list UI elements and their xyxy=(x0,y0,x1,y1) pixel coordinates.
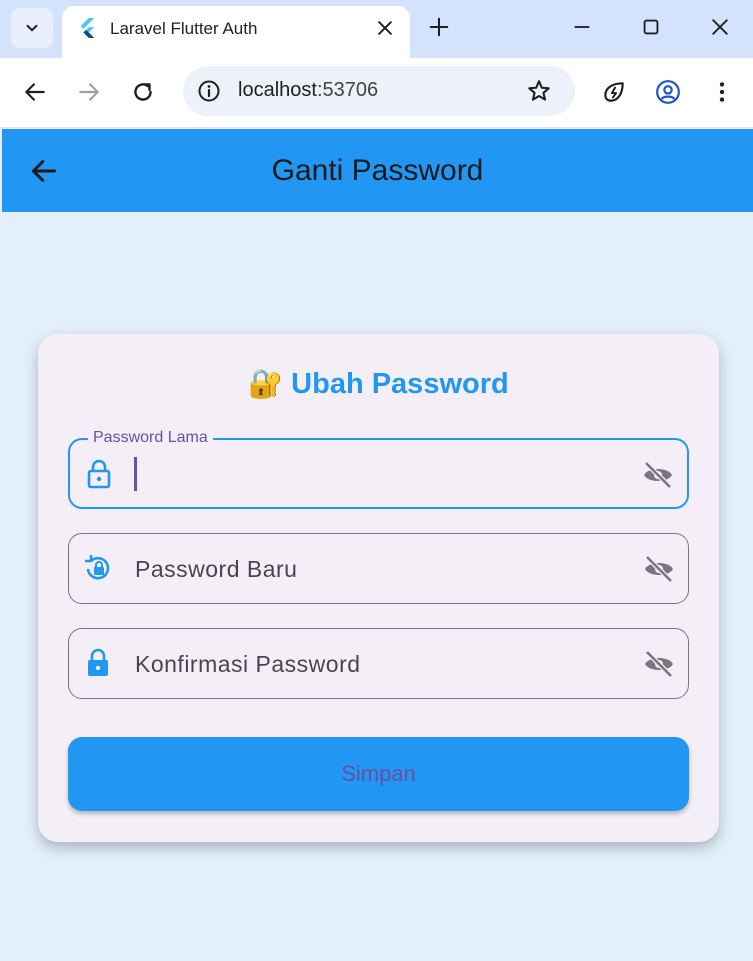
url-text[interactable]: localhost:53706 xyxy=(238,79,378,102)
browser-menu-icon[interactable] xyxy=(709,79,735,105)
confirm-password-label: Konfirmasi Password xyxy=(135,651,361,677)
new-password-field[interactable]: Password Baru xyxy=(68,533,689,604)
close-window-icon[interactable] xyxy=(709,16,731,38)
maximize-icon[interactable] xyxy=(640,16,662,38)
minimize-icon[interactable] xyxy=(571,16,593,38)
browser-tab-active[interactable]: Laravel Flutter Auth xyxy=(62,6,410,58)
visibility-off-icon[interactable] xyxy=(642,649,676,679)
new-password-label: Password Baru xyxy=(135,556,298,582)
url-host: localhost xyxy=(238,79,317,101)
address-bar[interactable]: localhost:53706 xyxy=(183,66,575,116)
bookmark-star-icon[interactable] xyxy=(526,78,552,104)
card-title: 🔐 Ubah Password xyxy=(38,367,719,401)
save-button[interactable]: Simpan xyxy=(68,737,689,811)
browser-tabstrip: Laravel Flutter Auth xyxy=(0,0,753,58)
page-title: Ganti Password xyxy=(271,154,484,187)
old-password-field[interactable]: Password Lama xyxy=(68,429,689,509)
profile-account-icon[interactable] xyxy=(655,79,681,105)
lock-icon xyxy=(88,648,108,676)
lock-outline-icon xyxy=(87,459,111,489)
back-button-icon[interactable] xyxy=(28,155,60,187)
site-info-icon[interactable] xyxy=(197,79,221,103)
confirm-password-field[interactable]: Konfirmasi Password xyxy=(68,628,689,699)
performance-leaf-icon[interactable] xyxy=(601,79,627,105)
forward-arrow-icon[interactable] xyxy=(76,79,102,105)
app-bar: Ganti Password xyxy=(2,129,753,212)
lock-reset-icon xyxy=(85,555,110,580)
tab-title: Laravel Flutter Auth xyxy=(110,19,258,38)
locked-with-key-emoji: 🔐 xyxy=(248,368,284,399)
visibility-off-icon[interactable] xyxy=(641,460,675,490)
save-button-label: Simpan xyxy=(341,761,416,786)
url-port: :53706 xyxy=(316,79,379,101)
tab-close-icon[interactable] xyxy=(375,18,395,38)
text-cursor xyxy=(134,457,137,491)
card-title-text: Ubah Password xyxy=(291,368,509,400)
reload-icon[interactable] xyxy=(130,79,156,105)
new-tab-plus-icon[interactable] xyxy=(428,16,450,38)
chevron-down-icon xyxy=(26,24,38,32)
tab-search-button[interactable] xyxy=(11,8,53,48)
back-arrow-icon[interactable] xyxy=(22,79,48,105)
visibility-off-icon[interactable] xyxy=(642,554,676,584)
change-password-card: 🔐 Ubah Password Password Lama Password Ba… xyxy=(38,334,719,842)
old-password-label: Password Lama xyxy=(88,429,213,447)
browser-toolbar: localhost:53706 xyxy=(0,58,753,128)
flutter-logo-icon xyxy=(80,18,95,38)
